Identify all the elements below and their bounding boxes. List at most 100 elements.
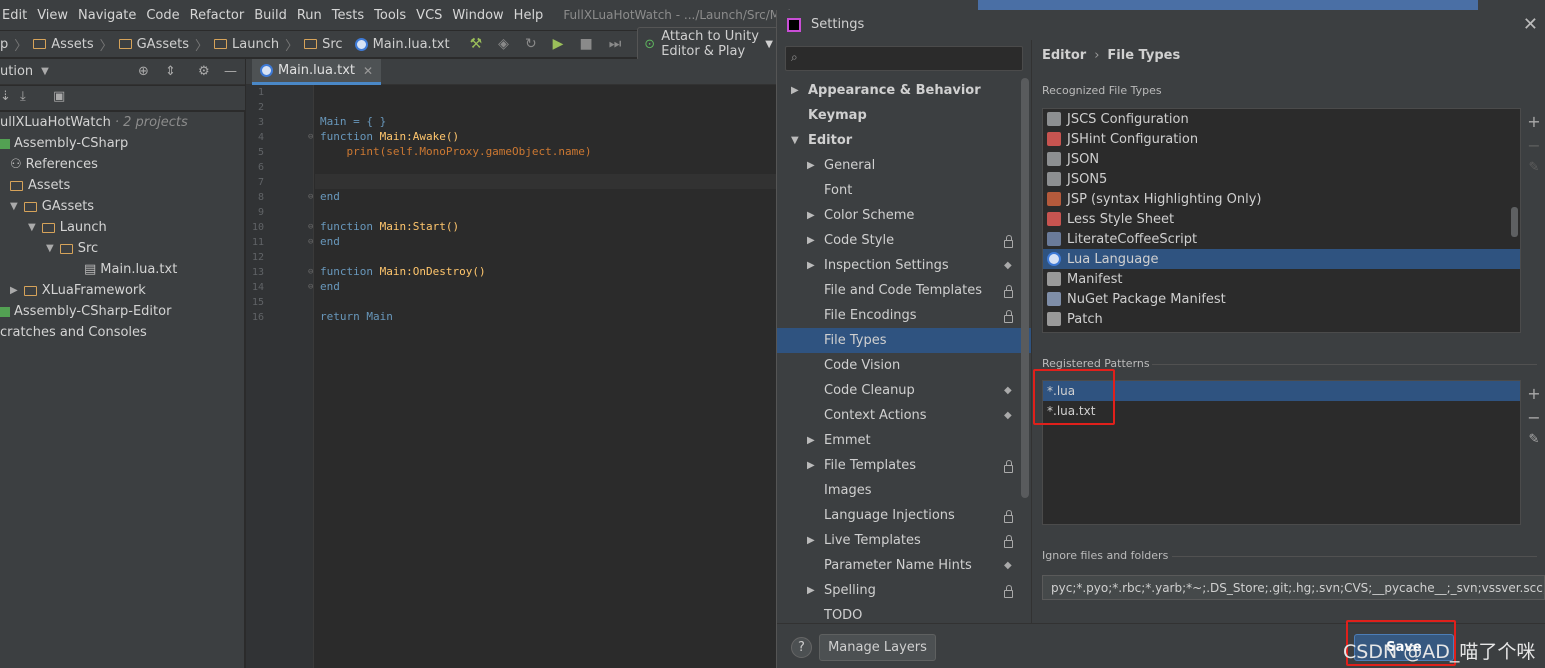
settings-item-file-code-templates[interactable]: File and Code Templates	[777, 278, 1031, 303]
stop-icon[interactable]: ■	[579, 36, 592, 52]
settings-item-font[interactable]: Font	[777, 178, 1031, 203]
chevron-right-icon[interactable]: ▶	[807, 260, 815, 271]
file-type-item[interactable]: JSCS Configuration	[1043, 109, 1520, 129]
manage-layers-button[interactable]: Manage Layers	[819, 634, 936, 661]
settings-item-todo[interactable]: TODO	[777, 603, 1031, 623]
tree-item-assembly-csharp-editor[interactable]: Assembly-CSharp-Editor	[0, 301, 171, 322]
menu-tools[interactable]: Tools	[374, 8, 406, 23]
file-type-item[interactable]: LiterateCoffeeScript	[1043, 229, 1520, 249]
tab-main-lua[interactable]: Main.lua.txt ✕	[252, 59, 382, 85]
run-configuration-select[interactable]: ⊙ Attach to Unity Editor & Play ▼	[637, 27, 780, 61]
file-type-item-selected[interactable]: Lua Language	[1043, 249, 1520, 269]
tree-item-xluaframework[interactable]: ▶ XLuaFramework	[10, 280, 146, 301]
file-type-item[interactable]: Patch	[1043, 309, 1520, 329]
menu-window[interactable]: Window	[452, 8, 503, 23]
chevron-right-icon[interactable]: ▶	[791, 85, 799, 96]
menu-help[interactable]: Help	[514, 8, 544, 23]
settings-item-context-actions[interactable]: Context Actions ◆	[777, 403, 1031, 428]
menu-refactor[interactable]: Refactor	[190, 8, 245, 23]
breadcrumb-file[interactable]: Main.lua.txt	[354, 37, 450, 52]
file-type-item[interactable]: Less Style Sheet	[1043, 209, 1520, 229]
file-types-scrollbar[interactable]	[1511, 207, 1518, 237]
ignore-files-input[interactable]: pyc;*.pyo;*.rbc;*.yarb;*~;.DS_Store;.git…	[1042, 575, 1545, 600]
tree-item-references[interactable]: ⚇ References	[10, 154, 98, 175]
settings-item-editor[interactable]: ▼ Editor	[777, 128, 1031, 153]
close-icon[interactable]: ✕	[363, 64, 373, 78]
settings-item-inspection[interactable]: ▶ Inspection Settings ◆	[777, 253, 1031, 278]
menu-view[interactable]: View	[37, 8, 68, 23]
file-type-item[interactable]: JSON	[1043, 149, 1520, 169]
close-icon[interactable]: ✕	[1523, 14, 1538, 35]
chevron-right-icon[interactable]: ▶	[807, 160, 815, 171]
image-icon[interactable]: ▣	[53, 89, 65, 104]
file-type-item[interactable]: NuGet Package Manifest	[1043, 289, 1520, 309]
edit-icon[interactable]: ✎	[1522, 432, 1545, 447]
settings-item-general[interactable]: ▶ General	[777, 153, 1031, 178]
chevron-right-icon[interactable]: ▶	[807, 460, 815, 471]
breadcrumb-src[interactable]: Src	[304, 37, 354, 52]
gear-icon[interactable]: ⚙	[198, 64, 210, 79]
locate-icon[interactable]: ⊕	[138, 64, 149, 79]
settings-item-file-types[interactable]: File Types	[777, 328, 1031, 353]
chevron-down-icon[interactable]: ▼	[28, 222, 36, 233]
chevron-right-icon[interactable]: ▶	[807, 235, 815, 246]
tree-item-gassets[interactable]: ▼ GAssets	[10, 196, 94, 217]
menu-tests[interactable]: Tests	[332, 8, 364, 23]
chevron-right-icon[interactable]: ▶	[807, 435, 815, 446]
menu-code[interactable]: Code	[146, 8, 179, 23]
project-view-selector[interactable]: ution	[0, 64, 33, 79]
settings-item-file-templates[interactable]: ▶ File Templates	[777, 453, 1031, 478]
chevron-down-icon[interactable]: ▼	[41, 66, 49, 77]
tree-item-solution[interactable]: ullXLuaHotWatch · 2 projects	[0, 112, 188, 133]
file-type-item[interactable]: JSHint Configuration	[1043, 129, 1520, 149]
add-icon[interactable]: +	[1522, 384, 1545, 403]
settings-item-language-injections[interactable]: Language Injections	[777, 503, 1031, 528]
settings-item-appearance[interactable]: ▶ Appearance & Behavior	[777, 78, 1031, 103]
chevron-right-icon[interactable]: ▶	[807, 585, 815, 596]
fold-icon[interactable]: ⊖	[308, 267, 313, 277]
fold-icon[interactable]: ⊖	[308, 237, 313, 247]
menu-build[interactable]: Build	[254, 8, 287, 23]
build-hammer-icon[interactable]: ⚒	[470, 36, 483, 52]
file-type-item[interactable]: JSON5	[1043, 169, 1520, 189]
run-icon[interactable]: ▶	[553, 36, 564, 52]
help-button[interactable]: ?	[791, 637, 812, 658]
code-editor[interactable]: 1 2 3 4 5 6 7 8 9 10 11 12 13 14 15 16 ⊖…	[246, 85, 776, 668]
fold-icon[interactable]: ⊖	[308, 132, 313, 142]
file-type-item[interactable]: Manifest	[1043, 269, 1520, 289]
step-icon[interactable]: ⏭	[609, 36, 622, 52]
settings-item-spelling[interactable]: ▶ Spelling	[777, 578, 1031, 603]
chevron-right-icon[interactable]: ▶	[10, 285, 18, 296]
breadcrumb-launch[interactable]: Launch 〉	[214, 35, 304, 54]
menu-run[interactable]: Run	[297, 8, 322, 23]
unity-icon[interactable]: ◈	[498, 36, 509, 52]
fold-icon[interactable]: ⊖	[308, 192, 313, 202]
chevron-down-icon[interactable]: ▼	[46, 243, 54, 254]
breadcrumb-gassets[interactable]: GAssets 〉	[118, 35, 214, 54]
settings-item-code-vision[interactable]: Code Vision	[777, 353, 1031, 378]
tree-item-scratches[interactable]: cratches and Consoles	[0, 322, 147, 343]
tree-item-assembly-csharp[interactable]: Assembly-CSharp	[0, 133, 128, 154]
tree-item-main-lua[interactable]: ▤ Main.lua.txt	[84, 259, 177, 280]
minimize-icon[interactable]: —	[224, 64, 237, 79]
collapse-icon[interactable]: ⇕	[165, 64, 176, 79]
settings-item-file-encodings[interactable]: File Encodings	[777, 303, 1031, 328]
tree-item-assets[interactable]: Assets	[10, 175, 70, 196]
chevron-down-icon[interactable]: ▼	[791, 135, 799, 146]
tree-item-src[interactable]: ▼ Src	[46, 238, 98, 259]
add-icon[interactable]: +	[1522, 112, 1545, 131]
settings-item-live-templates[interactable]: ▶ Live Templates	[777, 528, 1031, 553]
fold-icon[interactable]: ⊖	[308, 282, 313, 292]
menu-edit[interactable]: Edit	[2, 8, 27, 23]
settings-item-color-scheme[interactable]: ▶ Color Scheme	[777, 203, 1031, 228]
refresh-icon[interactable]: ↻	[525, 36, 537, 52]
chevron-down-icon[interactable]: ▼	[10, 201, 18, 212]
expand-icon[interactable]: ⇣	[0, 89, 11, 104]
download-icon[interactable]: ⤓	[20, 89, 26, 104]
settings-item-code-style[interactable]: ▶ Code Style	[777, 228, 1031, 253]
breadcrumb-root[interactable]: p 〉	[0, 35, 33, 54]
fold-icon[interactable]: ⊖	[308, 222, 313, 232]
chevron-right-icon[interactable]: ▶	[807, 535, 815, 546]
settings-item-code-cleanup[interactable]: Code Cleanup ◆	[777, 378, 1031, 403]
settings-search-input[interactable]: ⌕	[785, 46, 1023, 71]
